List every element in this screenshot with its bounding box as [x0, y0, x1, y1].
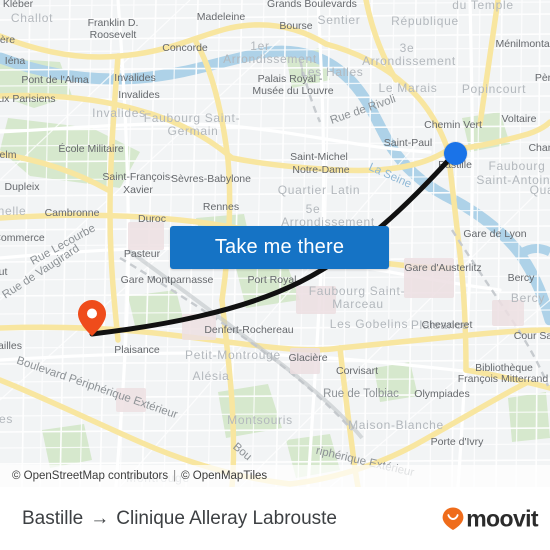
- moovit-wordmark: moovit: [466, 505, 538, 531]
- attribution-separator: |: [173, 470, 177, 482]
- route-title: Bastille → Clinique Alleray Labrouste: [22, 508, 337, 530]
- map-pin-icon: [78, 300, 106, 336]
- moovit-logo[interactable]: moovit: [442, 505, 539, 532]
- moovit-pin-icon: [442, 507, 464, 530]
- attribution-tiles[interactable]: © OpenMapTiles: [181, 470, 267, 482]
- destination-marker-pin[interactable]: [78, 300, 106, 336]
- take-me-there-button[interactable]: Take me there: [170, 226, 389, 269]
- arrow-right-icon: →: [90, 507, 110, 529]
- route-origin-label: Bastille: [22, 507, 84, 529]
- map-canvas[interactable]: Kléber Challot Madeleine Grands Boulevards d…: [0, 0, 550, 487]
- origin-marker-bastille[interactable]: [444, 142, 467, 165]
- map-page: Kléber Challot Madeleine Grands Boulevards d…: [0, 0, 550, 550]
- footer-bar: Bastille → Clinique Alleray Labrouste moov…: [0, 487, 550, 550]
- attribution-osm[interactable]: © OpenStreetMap contributors: [12, 470, 168, 482]
- map-attribution: © OpenStreetMap contributors | © OpenMap…: [0, 465, 550, 487]
- route-destination-label: Clinique Alleray Labrouste: [116, 507, 337, 529]
